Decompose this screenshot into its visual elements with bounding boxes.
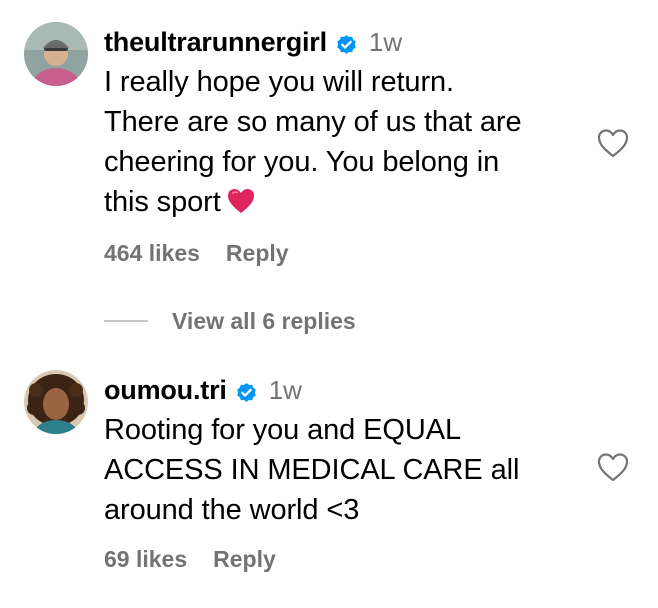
reply-button[interactable]: Reply [226,240,289,267]
avatar-photo-icon [24,370,88,434]
comment-meta: 464 likes Reply [104,240,289,267]
verified-badge-icon [334,30,359,55]
comment-header: oumou.tri 1w [104,372,584,408]
comment-meta: 69 likes Reply [104,546,276,573]
timestamp[interactable]: 1w [369,24,402,60]
username[interactable]: oumou.tri [104,372,227,408]
verified-badge-icon [234,378,259,403]
reply-button[interactable]: Reply [213,546,276,573]
comment-text-line: cheering for you. You belong in [104,146,500,178]
red-heart-emoji-icon [227,185,255,213]
comment-text-line: There are so many of us that are [104,106,522,138]
comment-text-line: this sport [104,186,221,218]
comment-text: Rooting for you and EQUAL ACCESS IN MEDI… [104,410,584,530]
comment-text: I really hope you will return. There are… [104,62,584,222]
comment-header: theultrarunnergirl 1w [104,24,584,60]
likes-count[interactable]: 464 likes [104,240,200,267]
avatar[interactable] [24,370,88,434]
timestamp[interactable]: 1w [269,372,302,408]
avatar[interactable] [24,22,88,86]
comment-text-line: I really hope you will return. [104,66,454,98]
divider [104,320,148,322]
avatar-photo-icon [24,22,88,86]
view-replies-button[interactable]: View all 6 replies [104,304,356,338]
comment-body: oumou.tri 1w Rooting for you and EQUAL A… [104,372,584,530]
like-heart-icon[interactable] [597,452,629,482]
comment-body: theultrarunnergirl 1w I really hope you … [104,24,584,222]
username[interactable]: theultrarunnergirl [104,24,327,60]
view-replies-label: View all 6 replies [172,307,356,334]
comment-text-line: around the world <3 [104,494,360,526]
comment-text-line: Rooting for you and EQUAL [104,414,461,446]
comment-text-line: ACCESS IN MEDICAL CARE all [104,454,520,486]
like-heart-icon[interactable] [597,128,629,158]
likes-count[interactable]: 69 likes [104,546,187,573]
comment-text-last-line: this sport [104,182,584,222]
